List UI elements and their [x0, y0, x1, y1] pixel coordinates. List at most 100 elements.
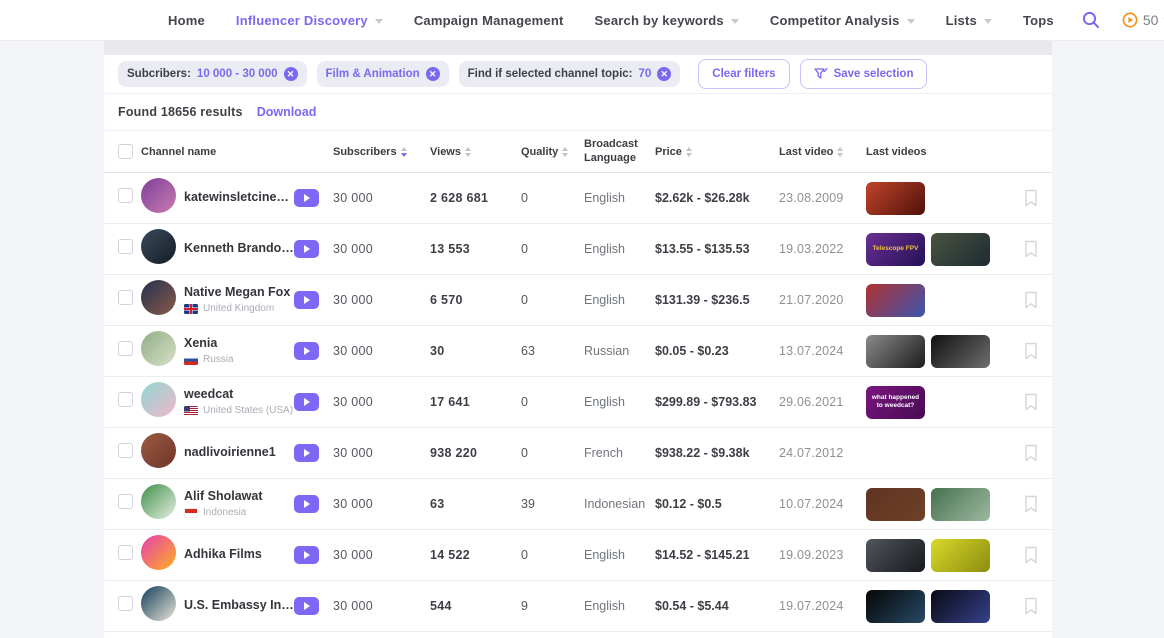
filter-chip-value: 10 000 - 30 000 — [197, 68, 278, 80]
remove-filter-icon[interactable]: ✕ — [284, 67, 298, 81]
nav-item[interactable]: Influencer Discovery — [236, 13, 383, 28]
subscribers-value: 30 000 — [333, 497, 430, 511]
select-all-checkbox[interactable] — [118, 144, 133, 159]
video-thumbnail[interactable]: what happened to weedcat? — [866, 386, 925, 419]
video-thumbnail[interactable]: Telescope FPV — [866, 233, 925, 266]
video-thumbnail[interactable] — [931, 233, 990, 266]
nav-item[interactable]: Campaign Management — [414, 13, 564, 28]
sort-price-icon[interactable] — [686, 147, 692, 157]
bookmark-icon[interactable] — [1024, 240, 1038, 258]
channel-avatar — [141, 382, 176, 417]
subscribers-value: 30 000 — [333, 395, 430, 409]
header-quality[interactable]: Quality — [521, 146, 584, 158]
header-last-video[interactable]: Last video — [779, 146, 866, 158]
price-value: $0.12 - $0.5 — [655, 497, 779, 511]
nav-item[interactable]: Search by keywords — [595, 13, 739, 28]
header-views[interactable]: Views — [430, 146, 521, 158]
channel-name[interactable]: katewinsletcinema — [184, 190, 294, 206]
subscribers-value: 30 000 — [333, 344, 430, 358]
price-value: $13.55 - $135.53 — [655, 242, 779, 256]
download-link[interactable]: Download — [257, 105, 317, 119]
channel-name[interactable]: weedcat — [184, 387, 294, 403]
save-selection-button[interactable]: Save selection — [800, 59, 928, 89]
youtube-play-icon[interactable] — [294, 393, 319, 411]
header-price[interactable]: Price — [655, 146, 779, 158]
bookmark-icon[interactable] — [1024, 444, 1038, 462]
channel-name[interactable]: Alif Sholawat — [184, 489, 294, 505]
channel-avatar — [141, 178, 176, 213]
sort-subscribers-icon[interactable] — [401, 147, 407, 157]
bookmark-icon[interactable] — [1024, 393, 1038, 411]
bookmark-icon[interactable] — [1024, 189, 1038, 207]
row-checkbox[interactable] — [118, 443, 133, 458]
tokens-balance[interactable]: 50 tokens — [1122, 12, 1164, 28]
youtube-play-icon[interactable] — [294, 342, 319, 360]
row-checkbox[interactable] — [118, 494, 133, 509]
youtube-play-icon[interactable] — [294, 444, 319, 462]
row-checkbox[interactable] — [118, 239, 133, 254]
video-thumbnail[interactable] — [931, 590, 990, 623]
sort-quality-icon[interactable] — [562, 147, 568, 157]
bookmark-icon[interactable] — [1024, 546, 1038, 564]
quality-value: 0 — [521, 446, 584, 460]
nav-item[interactable]: Lists — [946, 13, 992, 28]
video-thumbnail[interactable] — [866, 182, 925, 215]
views-value: 544 — [430, 599, 521, 613]
bookmark-icon[interactable] — [1024, 342, 1038, 360]
clear-filters-label: Clear filters — [712, 68, 775, 80]
row-checkbox[interactable] — [118, 290, 133, 305]
youtube-play-icon[interactable] — [294, 597, 319, 615]
filter-chips: Subcribers: 10 000 - 30 000 ✕ Film & Ani… — [118, 61, 680, 87]
filter-chip-label: Subcribers: — [127, 68, 191, 80]
video-thumbnail[interactable] — [866, 284, 925, 317]
table-row: Kenneth Brandon -... 30 000 13 553 0 Eng… — [104, 224, 1052, 275]
bookmark-icon[interactable] — [1024, 597, 1038, 615]
video-thumbnail[interactable] — [931, 335, 990, 368]
row-checkbox[interactable] — [118, 596, 133, 611]
quality-value: 0 — [521, 395, 584, 409]
channel-name[interactable]: nadlivoirienne1 — [184, 445, 294, 461]
youtube-play-icon[interactable] — [294, 189, 319, 207]
youtube-play-icon[interactable] — [294, 495, 319, 513]
search-icon[interactable] — [1082, 11, 1100, 29]
quality-value: 9 — [521, 599, 584, 613]
channel-name[interactable]: Kenneth Brandon -... — [184, 241, 294, 257]
top-navigation: Home Influencer Discovery Campaign Manag… — [0, 0, 1164, 41]
video-thumbnail[interactable] — [931, 539, 990, 572]
channel-name[interactable]: Xenia — [184, 336, 294, 352]
filter-chip-label: Find if selected channel topic: — [468, 68, 633, 80]
clear-filters-button[interactable]: Clear filters — [698, 59, 789, 89]
video-thumbnail[interactable] — [866, 488, 925, 521]
row-checkbox[interactable] — [118, 545, 133, 560]
video-thumbnail[interactable] — [866, 590, 925, 623]
results-count: Found 18656 results — [118, 105, 243, 119]
nav-item[interactable]: Competitor Analysis — [770, 13, 915, 28]
remove-filter-icon[interactable]: ✕ — [657, 67, 671, 81]
channel-name[interactable]: Adhika Films — [184, 547, 294, 563]
header-broadcast-language: Broadcast Language — [584, 138, 646, 164]
nav-item[interactable]: Tops — [1023, 13, 1054, 28]
header-last-videos: Last videos — [866, 146, 1024, 158]
subscribers-value: 30 000 — [333, 599, 430, 613]
country-label: United States (USA) — [203, 405, 293, 418]
youtube-play-icon[interactable] — [294, 291, 319, 309]
bookmark-icon[interactable] — [1024, 495, 1038, 513]
video-thumbnail[interactable] — [866, 335, 925, 368]
nav-item-label: Tops — [1023, 13, 1054, 28]
youtube-play-icon[interactable] — [294, 546, 319, 564]
sort-last-video-icon[interactable] — [837, 147, 843, 157]
channel-name[interactable]: U.S. Embassy India — [184, 598, 294, 614]
nav-item[interactable]: Home — [168, 13, 205, 28]
bookmark-icon[interactable] — [1024, 291, 1038, 309]
sort-views-icon[interactable] — [465, 147, 471, 157]
video-thumbnail[interactable] — [866, 539, 925, 572]
language-value: English — [584, 395, 655, 409]
row-checkbox[interactable] — [118, 392, 133, 407]
remove-filter-icon[interactable]: ✕ — [426, 67, 440, 81]
video-thumbnail[interactable] — [931, 488, 990, 521]
channel-name[interactable]: Native Megan Fox — [184, 285, 294, 301]
header-subscribers[interactable]: Subscribers — [333, 146, 430, 158]
youtube-play-icon[interactable] — [294, 240, 319, 258]
row-checkbox[interactable] — [118, 188, 133, 203]
row-checkbox[interactable] — [118, 341, 133, 356]
